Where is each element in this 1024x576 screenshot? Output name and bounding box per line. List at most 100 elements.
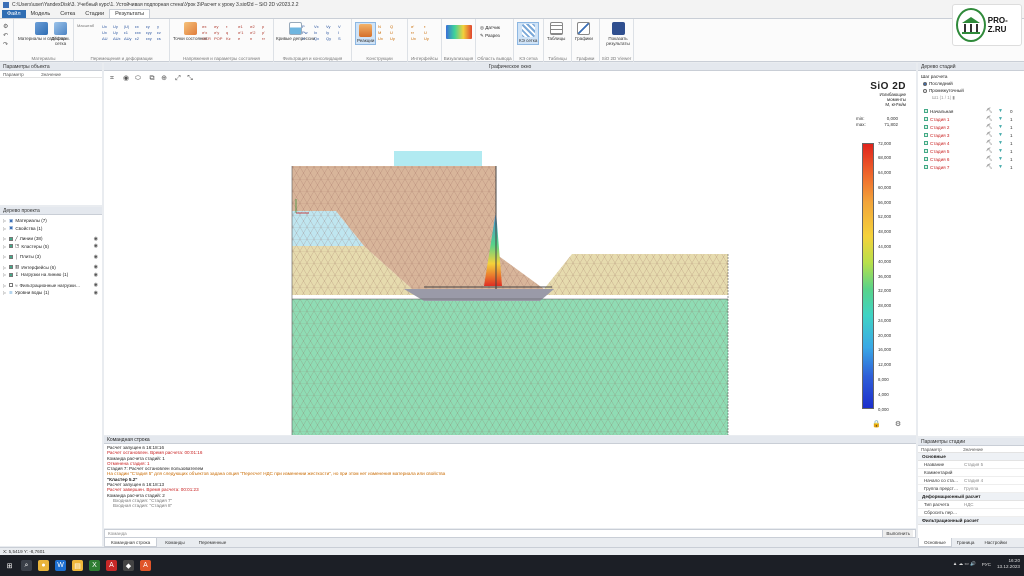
tree-item-materials[interactable]: ▷ ▣ Материалы (7) xyxy=(0,217,102,225)
folder-icon[interactable]: ▤ xyxy=(72,560,83,571)
property-row[interactable]: Группа предст… Группа xyxy=(918,485,1024,493)
fe-mesh-button[interactable]: КЭ сетка xyxy=(517,22,540,45)
lock-icon[interactable]: 🔒 xyxy=(872,421,881,429)
windows-start-icon[interactable]: ⊞ xyxy=(4,560,15,571)
tab-model[interactable]: Модель xyxy=(26,10,56,18)
tab-commands[interactable]: Команды xyxy=(159,538,190,547)
property-value[interactable]: Стадия 5 xyxy=(962,461,1024,468)
show-results-button[interactable]: Показать результаты xyxy=(603,22,633,46)
stage-checkbox[interactable] xyxy=(924,109,928,113)
option-last[interactable]: Последний xyxy=(918,80,1024,87)
stage-item[interactable]: Стадия 5 ⛏ ▼ 1 xyxy=(918,147,1024,155)
eye-icon[interactable]: ◉ xyxy=(94,243,98,249)
property-value[interactable]: НДС xyxy=(962,501,1024,508)
stage-checkbox[interactable] xyxy=(924,133,928,137)
property-name: Комментарий xyxy=(924,470,953,475)
stage-checkbox[interactable] xyxy=(924,141,928,145)
step-slider[interactable]: Ш1 (1 / 1) ▮ xyxy=(918,94,1024,101)
tab-settings[interactable]: Настройки xyxy=(979,538,1012,547)
stage-item[interactable]: Начальная ⛏ ▼ 0 xyxy=(918,107,1024,115)
stage-checkbox[interactable] xyxy=(924,149,928,153)
graphic-canvas[interactable]: ⌗ ◉ ⬭ ⧉ ⊕ ⤢ ⤡ SiO 2D Изгибающие моменты … xyxy=(104,71,916,435)
stage-checkbox[interactable] xyxy=(924,157,928,161)
clock[interactable]: 16:20 13.12.2023 xyxy=(997,558,1020,570)
tree-item-clusters[interactable]: ▷ ◳ Кластеры (5) ◉ xyxy=(0,243,102,251)
stage-item[interactable]: Стадия 2 ⛏ ▼ 1 xyxy=(918,123,1024,131)
tree-item-line-loads[interactable]: ▷ ↧ Нагрузки на линию (1) ◉ xyxy=(0,271,102,279)
tray-icons[interactable]: ▲ ☁ ▭ 🔊 xyxy=(953,561,976,567)
property-value[interactable] xyxy=(962,509,1024,516)
tab-main[interactable]: Основные xyxy=(918,538,952,547)
property-row[interactable]: Сбросить пер… xyxy=(918,509,1024,517)
eye-icon[interactable]: ◉ xyxy=(94,272,98,278)
eye-icon[interactable]: ◉ xyxy=(94,254,98,260)
tab-file[interactable]: Файл xyxy=(2,10,26,18)
word-icon[interactable]: W xyxy=(55,560,66,571)
tab-stages[interactable]: Стадии xyxy=(80,10,109,18)
legend-minmax: min: 0,000 max: 71,802 xyxy=(856,116,898,127)
displacement-buttons[interactable]: Ux Uy |U| εx εy γ Ux Uy ε1 εxx εyy εv ΔU ΔUx ΔUy ε2 εx… xyxy=(102,24,167,41)
interface-buttons[interactable]: σ' τ τr U Ux Uy xyxy=(411,24,436,41)
tree-item-interfaces[interactable]: ▷ ▥ Интерфейсы (6) ◉ xyxy=(0,264,102,272)
acrobat-icon[interactable]: A xyxy=(106,560,117,571)
eye-icon[interactable]: ◉ xyxy=(94,264,98,270)
tab-command-line[interactable]: Командная строка xyxy=(104,538,158,547)
chrome-icon[interactable]: ● xyxy=(38,560,49,571)
eye-icon[interactable]: ◉ xyxy=(94,290,98,296)
stage-params-header: Параметры стадии xyxy=(918,438,1024,446)
option-intermediate[interactable]: Промежуточный xyxy=(918,87,1024,94)
tree-item-water-levels[interactable]: ▷ ≋ Уровни воды (1) ◉ xyxy=(0,289,102,297)
ribbon-group-charts: Графики Графики xyxy=(572,19,600,62)
tree-item-filtration-loads[interactable]: ▷ ≈ Фильтрационные нагрузки… ◉ xyxy=(0,282,102,290)
stage-checkbox[interactable] xyxy=(924,165,928,169)
sensor-button[interactable]: ◎ Датчик xyxy=(480,24,500,32)
tree-item-plates[interactable]: ▷ │ Плиты (3) ◉ xyxy=(0,253,102,261)
stress-buttons[interactable]: σx σy τ σ1 σ2 p σ'x σ'y q σ'1 σ'2 p' OCR POP Kz e n τr xyxy=(202,24,273,41)
language-indicator[interactable]: РУС xyxy=(982,562,991,567)
settings-icon[interactable]: ⚙ xyxy=(894,421,902,429)
property-value[interactable]: Стадия 4 xyxy=(962,477,1024,484)
structure-buttons[interactable]: NQ MU Ux Uy xyxy=(378,24,401,41)
stage-water-icon: ▼ xyxy=(998,124,1003,130)
stage-checkbox[interactable] xyxy=(924,125,928,129)
section-button[interactable]: ✎ Разрез xyxy=(480,32,500,40)
reactions-button[interactable]: Реакции xyxy=(355,22,377,45)
property-row[interactable]: Комментарий xyxy=(918,469,1024,477)
stage-item[interactable]: Стадия 1 ⛏ ▼ 1 xyxy=(918,115,1024,123)
app-icon[interactable]: ◆ xyxy=(123,560,134,571)
tree-item-lines[interactable]: ▷ ╱ Линии (38) ◉ xyxy=(0,235,102,243)
stage-item[interactable]: Стадия 3 ⛏ ▼ 1 xyxy=(918,131,1024,139)
property-value[interactable] xyxy=(962,469,1024,476)
tab-mesh[interactable]: Сетка xyxy=(55,10,80,18)
property-row[interactable]: Тип расчета НДС xyxy=(918,501,1024,509)
stage-item[interactable]: Стадия 6 ⛏ ▼ 1 xyxy=(918,155,1024,163)
property-value[interactable]: Группа xyxy=(962,485,1024,492)
deformed-mesh-button[interactable]: Деформ. сетка xyxy=(48,22,73,46)
filtration-buttons[interactable]: P Vx Vy V Pw Ix Iy I H Qx Qy S xyxy=(302,24,349,41)
eye-icon[interactable]: ◉ xyxy=(94,282,98,288)
eye-icon[interactable]: ◉ xyxy=(94,236,98,242)
charts-button[interactable]: Графики xyxy=(575,22,593,41)
command-input[interactable]: Команда Выполнить xyxy=(104,529,916,538)
excel-icon[interactable]: X xyxy=(89,560,100,571)
tree-item-properties[interactable]: ▷ ▣ Свойства (1) xyxy=(0,225,102,233)
tab-boundary[interactable]: Граница xyxy=(952,538,980,547)
autocad-icon[interactable]: A xyxy=(140,560,151,571)
visualization-icon[interactable] xyxy=(446,25,472,39)
section-deformation[interactable]: Деформационный расчет xyxy=(918,493,1024,501)
tab-variables[interactable]: Переменные xyxy=(193,538,233,547)
stage-checkbox[interactable] xyxy=(924,117,928,121)
stage-label: Стадия 4 xyxy=(930,140,950,146)
stage-item[interactable]: Стадия 7 ⛏ ▼ 1 xyxy=(918,163,1024,171)
tables-button[interactable]: Таблицы xyxy=(547,22,565,41)
section-filtration[interactable]: Фильтрационный расчет xyxy=(918,517,1024,525)
property-row[interactable]: Начало со ста… Стадия 4 xyxy=(918,477,1024,485)
quick-access-icons[interactable]: ⚙ ↶ ↷ xyxy=(3,23,8,50)
ribbon-group-viewer: Показать результаты SiO 2D Viewer xyxy=(600,19,634,62)
execute-button[interactable]: Выполнить xyxy=(882,530,913,537)
property-row[interactable]: Название Стадия 5 xyxy=(918,461,1024,469)
search-icon[interactable]: ⌕ xyxy=(21,560,32,571)
stage-item[interactable]: Стадия 4 ⛏ ▼ 1 xyxy=(918,139,1024,147)
tab-results[interactable]: Результаты xyxy=(109,9,151,18)
section-main[interactable]: Основные xyxy=(918,453,1024,461)
